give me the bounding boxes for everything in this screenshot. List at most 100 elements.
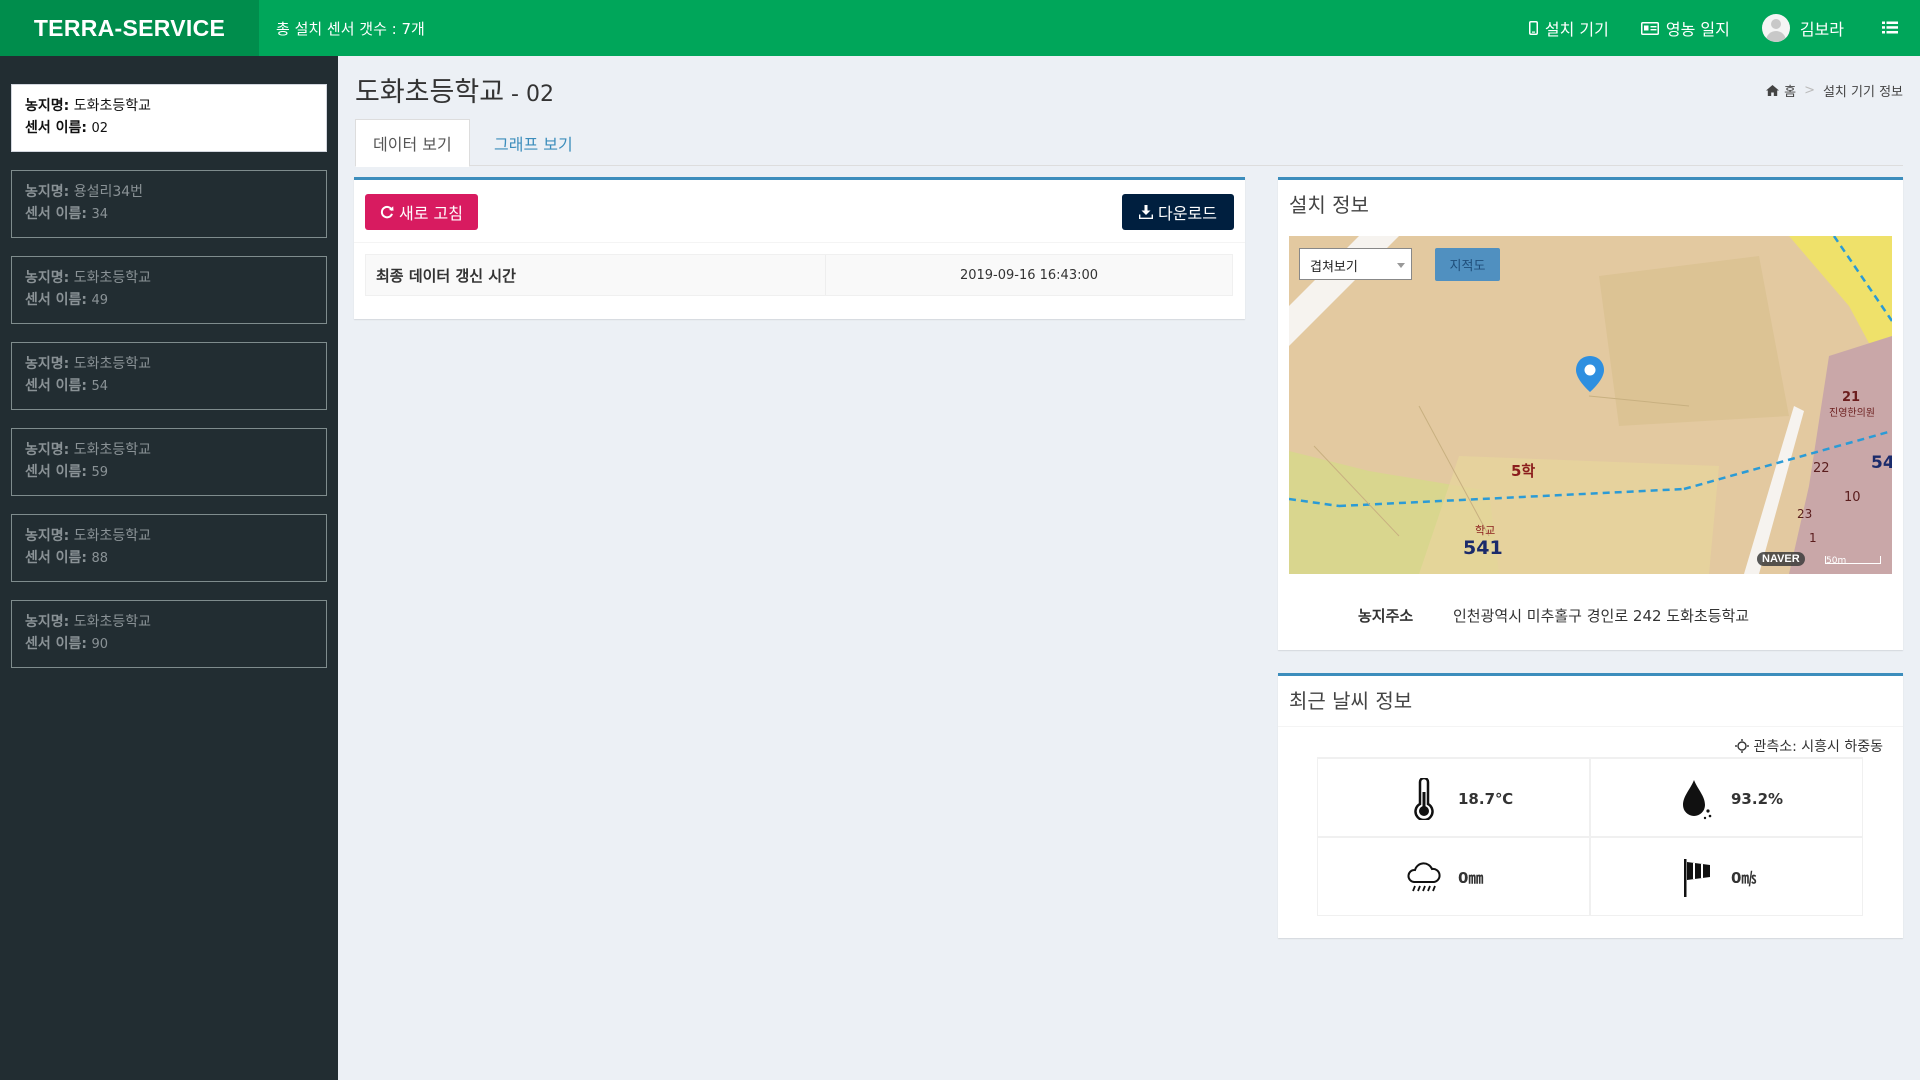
refresh-icon (380, 205, 394, 219)
sensor-name-label: 센서 이름: (25, 206, 87, 222)
list-icon (1882, 19, 1898, 38)
sensor-item-34[interactable]: 농지명: 용설리34번 센서 이름: 34 (11, 170, 327, 238)
view-tabs: 데이터 보기 그래프 보기 (355, 119, 1903, 167)
top-header: TERRA-SERVICE 총 설치 센서 갯수 : 7개 설치 기기 영농 일… (0, 0, 1920, 56)
last-update-row: 최종 데이터 갱신 시간 2019-09-16 16:43:00 (365, 254, 1233, 296)
page-title-farm: 도화초등학교 (355, 77, 505, 108)
temperature-value: 18.7℃ (1458, 789, 1514, 808)
avatar (1761, 14, 1790, 42)
tab-graph-view[interactable]: 그래프 보기 (477, 119, 590, 166)
rainfall-cell: 0㎜ (1317, 837, 1590, 916)
weather-station-label: 관측소: 시흥시 하중동 (1753, 739, 1883, 755)
menu-toggle-button[interactable] (1860, 0, 1920, 56)
map-label-541: 541 (1463, 537, 1503, 559)
windsock-icon (1676, 855, 1718, 901)
last-update-label: 최종 데이터 갱신 시간 (366, 255, 826, 295)
sensor-item-59[interactable]: 농지명: 도화초등학교 센서 이름: 59 (11, 428, 327, 496)
sensor-item-88[interactable]: 농지명: 도화초등학교 센서 이름: 88 (11, 514, 327, 582)
install-info-title: 설치 정보 (1289, 193, 1369, 217)
page-title-sensor: - 02 (504, 82, 554, 107)
farm-address-label: 농지주소 (1358, 607, 1414, 625)
mobile-icon (1528, 21, 1538, 35)
map-label-54: 54 (1871, 453, 1892, 473)
sensor-item-49[interactable]: 농지명: 도화초등학교 센서 이름: 49 (11, 256, 327, 324)
nav-farm-journal-label: 영농 일지 (1665, 20, 1730, 39)
sensor-name-label: 센서 이름: (25, 120, 87, 136)
map-label-1: 1 (1809, 531, 1817, 545)
temperature-cell: 18.7℃ (1317, 758, 1590, 837)
page-title: 도화초등학교 - 02 (355, 70, 554, 109)
cadastral-map-button[interactable]: 지적도 (1435, 248, 1500, 281)
download-button[interactable]: 다운로드 (1122, 194, 1234, 230)
humidity-cell: 93.2% (1590, 758, 1863, 837)
app-logo[interactable]: TERRA-SERVICE (0, 0, 259, 56)
nav-farm-journal[interactable]: 영농 일지 (1625, 0, 1746, 56)
sun-icon (1735, 739, 1750, 753)
breadcrumb-home[interactable]: 홈 (1784, 81, 1796, 100)
breadcrumb-separator: > (1804, 83, 1815, 98)
thermometer-icon (1403, 776, 1445, 822)
breadcrumb: 홈 > 설치 기기 정보 (1766, 81, 1903, 100)
sensor-name: 88 (91, 551, 108, 566)
map-label-5hak: 5학 (1511, 462, 1535, 480)
sensor-item-90[interactable]: 농지명: 도화초등학교 센서 이름: 90 (11, 600, 327, 668)
map-label-10: 10 (1844, 490, 1861, 505)
map-overlay-select[interactable]: 겹쳐보기 (1299, 248, 1412, 280)
weather-panel: 최근 날씨 정보 관측소: 시흥시 하중동 18.7℃ 93.2% 0㎜ 0㎧ (1278, 673, 1903, 938)
sensor-name-label: 센서 이름: (25, 464, 87, 480)
map-canvas: 5학 학교 541 21 진영한의원 22 10 23 1 54 (1289, 236, 1892, 574)
wind-cell: 0㎧ (1590, 837, 1863, 916)
sensor-name: 02 (91, 121, 108, 136)
sensor-item-02[interactable]: 농지명: 도화초등학교 센서 이름: 02 (11, 84, 327, 152)
sensor-name: 34 (91, 207, 108, 222)
water-drop-icon (1676, 776, 1718, 822)
sensor-name-label: 센서 이름: (25, 636, 87, 652)
data-panel: 새로 고침 다운로드 최종 데이터 갱신 시간 2019-09-16 16:43… (354, 177, 1245, 319)
farm-name-label: 농지명: (25, 98, 70, 114)
farm-name-label: 농지명: (25, 270, 70, 286)
humidity-value: 93.2% (1731, 789, 1784, 808)
total-sensor-count: 총 설치 센서 갯수 : 7개 (276, 19, 425, 38)
farm-name: 도화초등학교 (73, 614, 151, 630)
map-label-21: 21 (1842, 390, 1860, 405)
farm-name-label: 농지명: (25, 442, 70, 458)
sensor-name: 49 (91, 293, 108, 308)
sensor-name-label: 센서 이름: (25, 378, 87, 394)
last-update-value: 2019-09-16 16:43:00 (959, 267, 1099, 283)
farm-name-label: 농지명: (25, 614, 70, 630)
install-info-panel: 설치 정보 5학 학교 541 21 진영한의원 22 10 23 1 54 겹… (1278, 177, 1903, 650)
map-label-23: 23 (1797, 507, 1812, 521)
farm-name: 도화초등학교 (73, 356, 151, 372)
farm-name: 도화초등학교 (73, 270, 151, 286)
farm-name-label: 농지명: (25, 184, 70, 200)
user-menu[interactable]: 김보라 (1746, 0, 1860, 56)
location-map[interactable]: 5학 학교 541 21 진영한의원 22 10 23 1 54 겹쳐보기 지적… (1289, 236, 1892, 574)
farm-name: 도화초등학교 (73, 98, 151, 114)
nav-installed-devices-label: 설치 기기 (1544, 20, 1609, 39)
refresh-button[interactable]: 새로 고침 (365, 194, 478, 230)
map-label-school: 학교 (1475, 524, 1495, 537)
farm-name: 도화초등학교 (73, 442, 151, 458)
home-icon (1766, 85, 1780, 96)
id-card-icon (1640, 21, 1659, 35)
weather-title: 최근 날씨 정보 (1289, 689, 1413, 713)
map-scale: 50m (1825, 556, 1881, 566)
farm-name-label: 농지명: (25, 528, 70, 544)
sensor-name-label: 센서 이름: (25, 292, 87, 308)
weather-station: 관측소: 시흥시 하중동 (1735, 736, 1883, 756)
tab-data-view[interactable]: 데이터 보기 (355, 119, 470, 167)
map-label-building: 진영한의원 (1829, 407, 1875, 419)
wind-value: 0㎧ (1731, 869, 1757, 887)
sensor-name: 90 (91, 637, 108, 652)
download-button-label: 다운로드 (1158, 204, 1217, 223)
farm-name: 용설리34번 (73, 184, 144, 200)
farm-name: 도화초등학교 (73, 528, 151, 544)
sensor-name: 59 (91, 465, 108, 480)
farm-address-value: 인천광역시 미추홀구 경인로 242 도화초등학교 (1453, 607, 1750, 625)
download-icon (1139, 205, 1154, 219)
sensor-name-label: 센서 이름: (25, 550, 87, 566)
breadcrumb-current: 설치 기기 정보 (1822, 85, 1903, 100)
nav-installed-devices[interactable]: 설치 기기 (1513, 0, 1625, 56)
farm-name-label: 농지명: (25, 356, 70, 372)
sensor-item-54[interactable]: 농지명: 도화초등학교 센서 이름: 54 (11, 342, 327, 410)
